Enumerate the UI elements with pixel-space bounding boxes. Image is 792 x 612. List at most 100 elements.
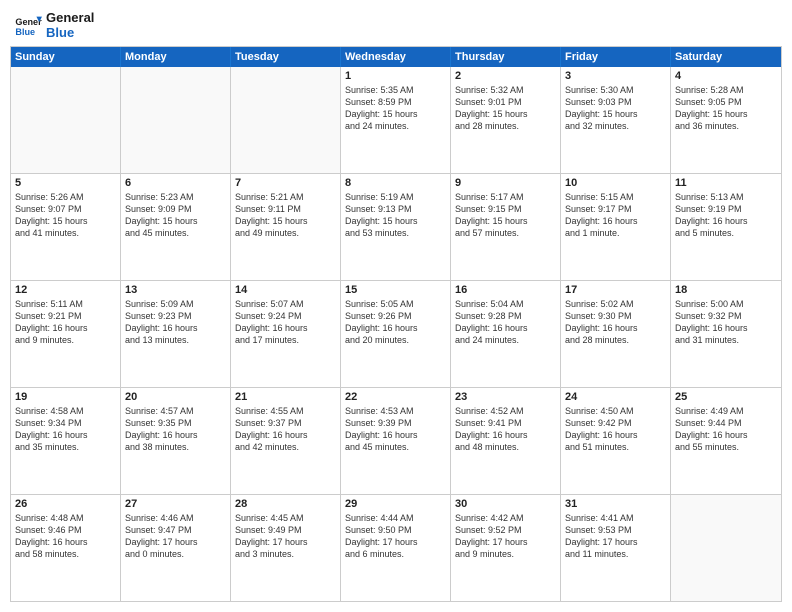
day-number: 17	[565, 284, 666, 296]
calendar-cell: 14 Sunrise: 5:07 AMSunset: 9:24 PMDayligh…	[231, 281, 341, 387]
day-number: 29	[345, 498, 446, 510]
calendar-cell: 17Sunrise: 5:02 AMSunset: 9:30 PMDayligh…	[561, 281, 671, 387]
day-number: 24	[565, 391, 666, 403]
calendar-cell: 2Sunrise: 5:32 AMSunset: 9:01 PMDaylight…	[451, 67, 561, 173]
calendar-row-1: 5 Sunrise: 5:26 AMSunset: 9:07 PMDaylight…	[11, 173, 781, 280]
cell-info-text: Sunrise: 5:17 AMSunset: 9:15 PMDaylight:…	[455, 191, 556, 240]
svg-text:Blue: Blue	[15, 27, 35, 37]
cell-info-text: Sunrise: 5:09 AMSunset: 9:23 PMDaylight:…	[125, 298, 226, 347]
cell-info-text: Sunrise: 5:05 AMSunset: 9:26 PMDaylight:…	[345, 298, 446, 347]
day-number: 8	[345, 177, 446, 189]
header-day-sunday: Sunday	[11, 47, 121, 67]
calendar-cell: 10 Sunrise: 5:15 AMSunset: 9:17 PMDayligh…	[561, 174, 671, 280]
day-number: 1	[345, 70, 446, 82]
header-day-friday: Friday	[561, 47, 671, 67]
calendar-row-3: 19 Sunrise: 4:58 AMSunset: 9:34 PMDayligh…	[11, 387, 781, 494]
calendar-cell: 28Sunrise: 4:45 AMSunset: 9:49 PMDayligh…	[231, 495, 341, 601]
day-number: 25	[675, 391, 777, 403]
day-number: 26	[15, 498, 116, 510]
calendar-cell: 16Sunrise: 5:04 AMSunset: 9:28 PMDayligh…	[451, 281, 561, 387]
day-number: 21	[235, 391, 336, 403]
calendar-cell	[11, 67, 121, 173]
calendar-cell: 30Sunrise: 4:42 AMSunset: 9:52 PMDayligh…	[451, 495, 561, 601]
day-number: 6	[125, 177, 226, 189]
cell-info-text: Sunrise: 4:41 AMSunset: 9:53 PMDaylight:…	[565, 512, 666, 561]
calendar-cell: 23 Sunrise: 4:52 AMSunset: 9:41 PMDayligh…	[451, 388, 561, 494]
calendar-cell: 5 Sunrise: 5:26 AMSunset: 9:07 PMDaylight…	[11, 174, 121, 280]
day-number: 19	[15, 391, 116, 403]
day-number: 28	[235, 498, 336, 510]
cell-info-text: Sunrise: 5:21 AMSunset: 9:11 PMDaylight:…	[235, 191, 336, 240]
day-number: 23	[455, 391, 556, 403]
calendar-cell: 22 Sunrise: 4:53 AMSunset: 9:39 PMDayligh…	[341, 388, 451, 494]
calendar-cell: 8Sunrise: 5:19 AMSunset: 9:13 PMDaylight…	[341, 174, 451, 280]
day-number: 30	[455, 498, 556, 510]
cell-info-text: Sunrise: 5:30 AMSunset: 9:03 PMDaylight:…	[565, 84, 666, 133]
calendar-cell	[121, 67, 231, 173]
day-number: 11	[675, 177, 777, 189]
calendar-cell: 6 Sunrise: 5:23 AMSunset: 9:09 PMDaylight…	[121, 174, 231, 280]
cell-info-text: Sunrise: 5:11 AMSunset: 9:21 PMDaylight:…	[15, 298, 116, 347]
day-number: 14	[235, 284, 336, 296]
cell-info-text: Sunrise: 4:49 AMSunset: 9:44 PMDaylight:…	[675, 405, 777, 454]
logo: General Blue General Blue	[14, 10, 94, 40]
logo-blue: Blue	[46, 25, 94, 40]
header: General Blue General Blue	[10, 10, 782, 40]
calendar-cell: 1 Sunrise: 5:35 AMSunset: 8:59 PMDaylight…	[341, 67, 451, 173]
cell-info-text: Sunrise: 4:53 AMSunset: 9:39 PMDaylight:…	[345, 405, 446, 454]
calendar-cell	[671, 495, 781, 601]
header-day-tuesday: Tuesday	[231, 47, 341, 67]
header-day-wednesday: Wednesday	[341, 47, 451, 67]
cell-info-text: Sunrise: 4:50 AMSunset: 9:42 PMDaylight:…	[565, 405, 666, 454]
calendar-cell: 4Sunrise: 5:28 AMSunset: 9:05 PMDaylight…	[671, 67, 781, 173]
cell-info-text: Sunrise: 5:00 AMSunset: 9:32 PMDaylight:…	[675, 298, 777, 347]
cell-info-text: Sunrise: 4:46 AMSunset: 9:47 PMDaylight:…	[125, 512, 226, 561]
calendar-cell: 11 Sunrise: 5:13 AMSunset: 9:19 PMDayligh…	[671, 174, 781, 280]
calendar-cell: 31Sunrise: 4:41 AMSunset: 9:53 PMDayligh…	[561, 495, 671, 601]
calendar-cell: 20Sunrise: 4:57 AMSunset: 9:35 PMDayligh…	[121, 388, 231, 494]
cell-info-text: Sunrise: 5:13 AMSunset: 9:19 PMDaylight:…	[675, 191, 777, 240]
calendar-cell: 29 Sunrise: 4:44 AMSunset: 9:50 PMDayligh…	[341, 495, 451, 601]
day-number: 12	[15, 284, 116, 296]
page: General Blue General Blue SundayMondayTu…	[0, 0, 792, 612]
cell-info-text: Sunrise: 5:04 AMSunset: 9:28 PMDaylight:…	[455, 298, 556, 347]
calendar-cell: 25 Sunrise: 4:49 AMSunset: 9:44 PMDayligh…	[671, 388, 781, 494]
cell-info-text: Sunrise: 5:07 AMSunset: 9:24 PMDaylight:…	[235, 298, 336, 347]
calendar-cell: 13Sunrise: 5:09 AMSunset: 9:23 PMDayligh…	[121, 281, 231, 387]
day-number: 9	[455, 177, 556, 189]
calendar-cell: 12 Sunrise: 5:11 AMSunset: 9:21 PMDayligh…	[11, 281, 121, 387]
cell-info-text: Sunrise: 4:52 AMSunset: 9:41 PMDaylight:…	[455, 405, 556, 454]
calendar-cell: 3 Sunrise: 5:30 AMSunset: 9:03 PMDaylight…	[561, 67, 671, 173]
general-blue-logo-icon: General Blue	[14, 11, 42, 39]
calendar: SundayMondayTuesdayWednesdayThursdayFrid…	[10, 46, 782, 602]
cell-info-text: Sunrise: 5:23 AMSunset: 9:09 PMDaylight:…	[125, 191, 226, 240]
cell-info-text: Sunrise: 4:48 AMSunset: 9:46 PMDaylight:…	[15, 512, 116, 561]
day-number: 10	[565, 177, 666, 189]
calendar-cell: 26 Sunrise: 4:48 AMSunset: 9:46 PMDayligh…	[11, 495, 121, 601]
header-day-thursday: Thursday	[451, 47, 561, 67]
calendar-header: SundayMondayTuesdayWednesdayThursdayFrid…	[11, 47, 781, 67]
calendar-cell: 21 Sunrise: 4:55 AMSunset: 9:37 PMDayligh…	[231, 388, 341, 494]
cell-info-text: Sunrise: 5:32 AMSunset: 9:01 PMDaylight:…	[455, 84, 556, 133]
cell-info-text: Sunrise: 5:26 AMSunset: 9:07 PMDaylight:…	[15, 191, 116, 240]
calendar-cell: 9 Sunrise: 5:17 AMSunset: 9:15 PMDaylight…	[451, 174, 561, 280]
day-number: 22	[345, 391, 446, 403]
cell-info-text: Sunrise: 5:35 AMSunset: 8:59 PMDaylight:…	[345, 84, 446, 133]
calendar-cell	[231, 67, 341, 173]
day-number: 27	[125, 498, 226, 510]
header-day-saturday: Saturday	[671, 47, 781, 67]
day-number: 18	[675, 284, 777, 296]
cell-info-text: Sunrise: 5:15 AMSunset: 9:17 PMDaylight:…	[565, 191, 666, 240]
day-number: 15	[345, 284, 446, 296]
day-number: 5	[15, 177, 116, 189]
calendar-cell: 24 Sunrise: 4:50 AMSunset: 9:42 PMDayligh…	[561, 388, 671, 494]
logo-general: General	[46, 10, 94, 25]
cell-info-text: Sunrise: 4:44 AMSunset: 9:50 PMDaylight:…	[345, 512, 446, 561]
cell-info-text: Sunrise: 4:58 AMSunset: 9:34 PMDaylight:…	[15, 405, 116, 454]
calendar-cell: 27 Sunrise: 4:46 AMSunset: 9:47 PMDayligh…	[121, 495, 231, 601]
calendar-cell: 19 Sunrise: 4:58 AMSunset: 9:34 PMDayligh…	[11, 388, 121, 494]
header-day-monday: Monday	[121, 47, 231, 67]
cell-info-text: Sunrise: 5:28 AMSunset: 9:05 PMDaylight:…	[675, 84, 777, 133]
cell-info-text: Sunrise: 4:55 AMSunset: 9:37 PMDaylight:…	[235, 405, 336, 454]
day-number: 3	[565, 70, 666, 82]
